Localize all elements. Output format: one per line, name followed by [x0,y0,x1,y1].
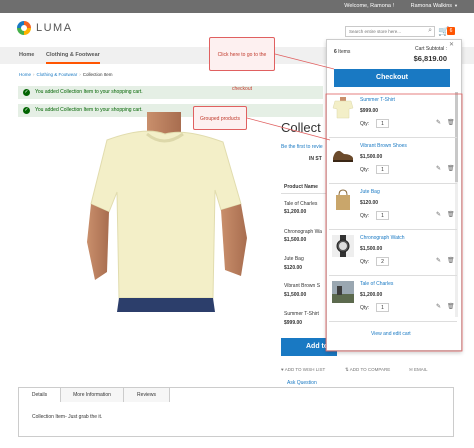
grouped-item-price: $1,200.00 [284,209,307,215]
trash-icon[interactable]: 🗑 [447,257,455,264]
cart-item-price: $1,200.00 [360,292,383,298]
trash-icon[interactable]: 🗑 [447,303,455,310]
stock-status: IN ST [309,156,322,162]
tab-reviews[interactable]: Reviews [124,388,170,402]
qty-input[interactable]: 2 [376,257,389,266]
cart-count-badge: 6 [447,27,455,35]
qty-label: Qty: [360,305,370,311]
account-menu[interactable]: Ramona Walkins ▼ [411,3,458,9]
cart-item-thumbnail[interactable] [331,188,355,212]
cart-item-thumbnail[interactable] [331,280,355,304]
breadcrumb-current: Collection Item [82,72,113,77]
qty-input[interactable]: 1 [376,303,389,312]
grouped-item-price: $1,500.00 [284,292,307,298]
tab-details[interactable]: Details [19,388,61,402]
luma-logo-icon [17,21,31,35]
pencil-icon[interactable]: ✎ [436,211,441,218]
pencil-icon[interactable]: ✎ [436,165,441,172]
search-icon[interactable]: ⌕ [428,27,432,35]
add-to-wishlist-label: ADD TO WISH LIST [284,367,326,372]
cart-item-thumbnail[interactable] [331,142,355,166]
grouped-item-price: $120.00 [284,265,303,271]
trash-icon[interactable]: 🗑 [447,165,455,172]
grouped-item-name: Jute Bag [284,256,304,262]
nav-item-home[interactable]: Home [19,52,34,58]
pencil-icon[interactable]: ✎ [436,303,441,310]
qty-input[interactable]: 1 [376,165,389,174]
cart-item-price: $1,500.00 [360,154,383,160]
email-link[interactable]: ✉ EMAIL [409,367,428,373]
success-message: ✓ You added Collection Item to your shop… [18,86,323,99]
success-message-text: You added Collection Item to your shoppi… [35,89,143,95]
pencil-icon[interactable]: ✎ [436,119,441,126]
cart-item-price: $120.00 [360,200,379,206]
divider [329,275,457,276]
grouped-item-price: $999.00 [284,320,303,326]
search-box: ⌕ [345,26,435,37]
email-label: EMAIL [414,367,428,372]
account-name: Ramona Walkins [410,3,453,9]
search-input[interactable] [346,27,424,36]
grouped-item-name: Chronograph Wa [284,229,322,235]
divider [329,137,457,138]
cart-item-price: $999.00 [360,108,379,114]
breadcrumb: Home › Clothing & Footwear › Collection Item [19,72,113,77]
breadcrumb-category[interactable]: Clothing & Footwear [37,72,78,77]
qty-input[interactable]: 1 [376,211,389,220]
qty-label: Qty: [360,121,370,127]
cart-item-thumbnail[interactable] [331,96,355,120]
cart-subtotal-label: Cart Subtotal : [415,46,447,52]
add-to-wishlist-link[interactable]: ♥ ADD TO WISH LIST [281,367,325,372]
grouped-item-name: Vibrant Brown S [284,283,321,289]
cart-item-name[interactable]: Chronograph Watch [360,235,405,241]
add-to-compare-label: ADD TO COMPARE [349,367,391,372]
divider [329,229,457,230]
tab-more-information[interactable]: More Information [61,388,124,402]
grouped-item-name: Summer T-Shirt [284,311,319,317]
checkout-button[interactable]: Checkout [334,69,450,87]
product-image[interactable] [85,112,275,312]
nav-item-clothing-footwear[interactable]: Clothing & Footwear [46,52,100,64]
divider [281,193,331,194]
pencil-icon[interactable]: ✎ [436,257,441,264]
qty-label: Qty: [360,213,370,219]
divider [329,183,457,184]
logo-text: LUMA [36,22,73,34]
qty-input[interactable]: 1 [376,119,389,128]
minicart-items-number: 6 [334,49,337,55]
checkout-callout: Click here to go to the checkout [209,37,275,92]
grouped-table-header: Product Name [284,184,318,190]
grouped-item-name: Tale of Charles [284,201,318,207]
logo[interactable]: LUMA [17,21,73,35]
qty-label: Qty: [360,259,370,265]
cart-item-thumbnail[interactable] [331,234,355,258]
cart-subtotal: $6,819.00 [413,54,447,63]
cart-item-name[interactable]: Summer T-Shirt [360,97,395,103]
top-bar: Welcome, Ramona ! Ramona Walkins ▼ [0,0,474,13]
welcome-text: Welcome, Ramona ! [344,3,394,9]
tab-content: Collection Item- Just grab the it. [32,414,103,420]
trash-icon[interactable]: 🗑 [447,211,455,218]
divider [329,321,457,322]
cart-item-name[interactable]: Vibrant Brown Shoes [360,143,407,149]
product-title: Collect [281,120,321,135]
close-icon[interactable]: ✕ [449,41,454,48]
trash-icon[interactable]: 🗑 [447,119,455,126]
review-link[interactable]: Be the first to revie [281,144,323,150]
ask-question-link[interactable]: Ask Question [287,380,317,386]
checkmark-icon: ✓ [23,107,30,114]
minicart-items-count: 6 Items [334,49,350,55]
cart-item-price: $1,500.00 [360,246,383,252]
cart-item-name[interactable]: Tale of Charles [360,281,393,287]
cart-item-name[interactable]: Jute Bag [360,189,380,195]
view-edit-cart-link[interactable]: View and edit cart [371,331,411,337]
minicart-items-label: Items [338,49,351,55]
add-to-compare-link[interactable]: ⇅ ADD TO COMPARE [345,367,390,373]
grouped-item-price: $1,500.00 [284,237,307,243]
qty-label: Qty: [360,167,370,173]
chevron-down-icon: ▼ [454,3,458,8]
checkmark-icon: ✓ [23,89,30,96]
grouped-callout: Grouped products [193,106,247,130]
breadcrumb-home[interactable]: Home [19,72,31,77]
